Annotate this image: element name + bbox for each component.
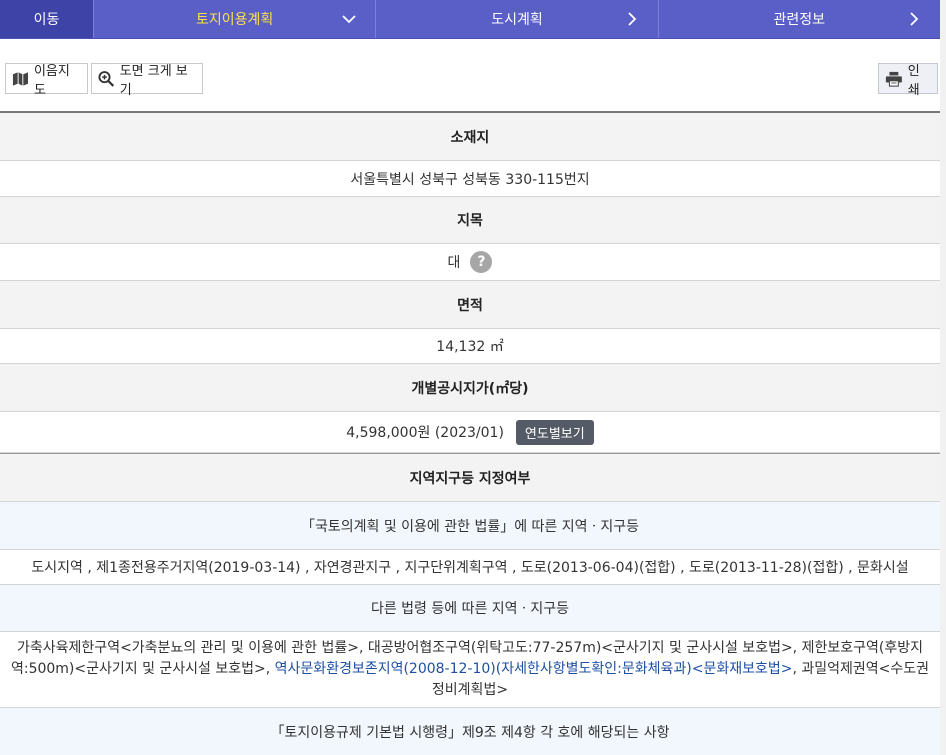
chevron-right-icon xyxy=(906,11,922,27)
jimok-value: 대 xyxy=(448,252,461,272)
nav-tab-label: 도시계획 xyxy=(491,9,543,29)
price-row: 4,598,000원 (2023/01) 연도별보기 xyxy=(0,412,940,453)
top-navigation: 이동 토지이용계획 도시계획 관련정보 xyxy=(0,0,940,39)
print-button-label: 인쇄 xyxy=(908,60,929,98)
location-label: 소재지 xyxy=(451,127,490,147)
nav-tab-related-info[interactable]: 관련정보 xyxy=(658,0,940,38)
yearly-view-button[interactable]: 연도별보기 xyxy=(516,420,594,445)
location-value: 서울특별시 성북구 성북동 330-115번지 xyxy=(350,169,589,189)
nav-tab-urban-plan[interactable]: 도시계획 xyxy=(375,0,657,38)
area-header: 면적 xyxy=(0,281,940,329)
nav-move-button[interactable]: 이동 xyxy=(0,0,93,38)
location-header: 소재지 xyxy=(0,113,940,161)
toolbar: 이음지도 도면 크게 보기 인쇄 xyxy=(0,63,940,96)
map-icon xyxy=(12,71,29,87)
heritage-zone-link[interactable]: 역사문화환경보존지역(2008-12-10)(자세한사항별도확인:문화체육과)<… xyxy=(275,661,793,677)
nav-tab-land-use-plan[interactable]: 토지이용계획 xyxy=(93,0,375,38)
decree-label: 「토지이용규제 기본법 시행령」제9조 제4항 각 호에 해당되는 사항 xyxy=(271,722,670,742)
printer-icon xyxy=(885,70,903,88)
price-header: 개별공시지가(㎡당) xyxy=(0,364,940,412)
other-law-header: 다른 법령 등에 따른 지역ㆍ지구등 xyxy=(0,585,940,632)
national-law-row: 도시지역 , 제1종전용주거지역(2019-03-14) , 자연경관지구 , … xyxy=(0,550,940,585)
other-law-label: 다른 법령 등에 따른 지역ㆍ지구등 xyxy=(371,598,569,618)
chevron-right-icon xyxy=(624,11,640,27)
zoom-in-icon xyxy=(98,70,115,88)
map-button-label: 이음지도 xyxy=(34,60,79,98)
zones-title: 지역지구등 지정여부 xyxy=(410,468,531,488)
area-label: 면적 xyxy=(457,295,483,315)
chevron-down-icon xyxy=(341,11,357,27)
national-law-header: 「국토의계획 및 이용에 관한 법률」에 따른 지역ㆍ지구등 xyxy=(0,502,940,550)
scrollbar[interactable] xyxy=(940,0,946,755)
zoom-map-button-label: 도면 크게 보기 xyxy=(120,60,194,98)
jimok-row: 대 ? xyxy=(0,244,940,281)
jimok-label: 지목 xyxy=(457,210,483,230)
decree-header: 「토지이용규제 기본법 시행령」제9조 제4항 각 호에 해당되는 사항 xyxy=(0,708,940,755)
zones-header: 지역지구등 지정여부 xyxy=(0,453,940,502)
jimok-header: 지목 xyxy=(0,197,940,244)
price-value: 4,598,000원 (2023/01) xyxy=(346,422,504,442)
national-law-label: 「국토의계획 및 이용에 관한 법률」에 따른 지역ㆍ지구등 xyxy=(301,516,639,536)
zoom-map-button[interactable]: 도면 크게 보기 xyxy=(91,63,203,94)
print-button[interactable]: 인쇄 xyxy=(878,63,938,94)
area-row: 14,132 ㎡ xyxy=(0,329,940,364)
price-label: 개별공시지가(㎡당) xyxy=(412,378,529,398)
help-icon[interactable]: ? xyxy=(470,251,492,273)
other-law-row: 가축사육제한구역<가축분뇨의 관리 및 이용에 관한 법률>, 대공방어협조구역… xyxy=(0,632,940,708)
nav-tab-label: 토지이용계획 xyxy=(196,9,273,29)
map-button[interactable]: 이음지도 xyxy=(5,63,88,94)
national-law-value: 도시지역 , 제1종전용주거지역(2019-03-14) , 자연경관지구 , … xyxy=(31,557,908,577)
location-row: 서울특별시 성북구 성북동 330-115번지 xyxy=(0,161,940,197)
nav-tab-label: 관련정보 xyxy=(774,9,826,29)
area-value: 14,132 ㎡ xyxy=(436,336,503,356)
other-law-value: 가축사육제한구역<가축분뇨의 관리 및 이용에 관한 법률>, 대공방어협조구역… xyxy=(8,638,932,701)
